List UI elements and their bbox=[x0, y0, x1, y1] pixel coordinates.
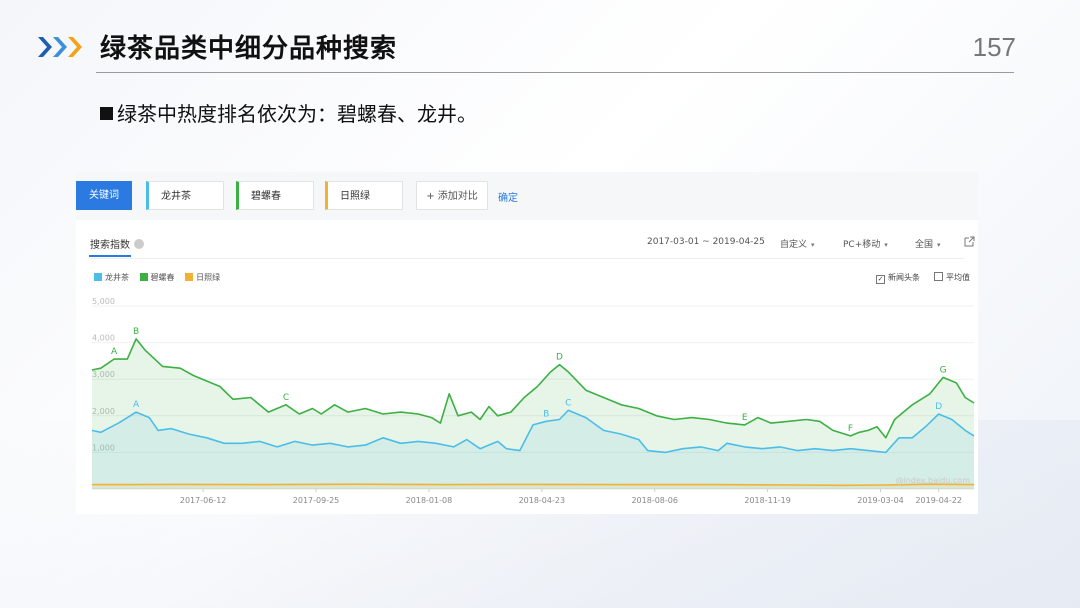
title-divider bbox=[96, 72, 1014, 73]
x-tick-label: 2018-11-19 bbox=[744, 496, 791, 505]
chevron-down-icon: ▾ bbox=[811, 241, 815, 249]
annotation-label: E bbox=[742, 413, 748, 423]
average-label: 平均值 bbox=[946, 273, 970, 282]
baidu-index-panel: 关键词 龙井茶 碧螺春 日照绿 + 添加对比 确定 搜索指数 2017-03-0… bbox=[76, 172, 978, 514]
keyword-box-rizhaolv[interactable]: 日照绿 bbox=[325, 181, 403, 210]
legend-swatch bbox=[139, 273, 148, 281]
annotation-label: A bbox=[133, 400, 140, 410]
average-checkbox[interactable]: 平均值 bbox=[934, 272, 970, 283]
keyword-button[interactable]: 关键词 bbox=[76, 181, 132, 210]
tab-underline bbox=[89, 255, 131, 257]
legend-item-rizhaolv[interactable]: 日照绿 bbox=[185, 273, 220, 282]
search-index-tab[interactable]: 搜索指数 bbox=[90, 236, 144, 251]
annotation-label: B bbox=[133, 327, 139, 337]
news-headline-checkbox[interactable]: ✓ 新闻头条 bbox=[876, 272, 920, 284]
add-compare-button[interactable]: + 添加对比 bbox=[416, 181, 488, 210]
confirm-link[interactable]: 确定 bbox=[498, 189, 518, 204]
keyword-toolbar: 关键词 龙井茶 碧螺春 日照绿 + 添加对比 确定 bbox=[76, 172, 978, 220]
device-label: PC+移动 bbox=[843, 240, 881, 250]
region-label: 全国 bbox=[915, 240, 934, 250]
panel-divider bbox=[90, 258, 964, 259]
annotation-label: G bbox=[940, 365, 947, 375]
device-select[interactable]: PC+移动 ▾ bbox=[843, 237, 888, 250]
x-tick-label: 2017-06-12 bbox=[180, 496, 227, 505]
annotation-label: A bbox=[111, 347, 118, 357]
news-label: 新闻头条 bbox=[888, 273, 920, 282]
watermark: @index.baidu.com bbox=[896, 476, 971, 485]
legend-swatch bbox=[185, 273, 194, 281]
x-tick-label: 2019-03-04 bbox=[857, 496, 904, 505]
annotation-label: D bbox=[935, 402, 942, 412]
chevrons-icon bbox=[38, 37, 82, 57]
chevron-down-icon: ▾ bbox=[884, 241, 888, 249]
legend-item-biluochun[interactable]: 碧螺春 bbox=[139, 273, 175, 282]
chevron-down-icon: ▾ bbox=[937, 241, 941, 249]
legend-swatch bbox=[94, 273, 102, 281]
external-link-icon[interactable] bbox=[964, 236, 975, 247]
search-index-label: 搜索指数 bbox=[90, 240, 130, 251]
check-icon: ✓ bbox=[876, 275, 885, 284]
legend-label: 日照绿 bbox=[196, 273, 221, 282]
checkbox-empty-icon bbox=[934, 272, 943, 281]
slide-title: 绿茶品类中细分品种搜索 bbox=[100, 34, 398, 64]
y-tick-label: 5,000 bbox=[92, 297, 115, 306]
help-icon[interactable] bbox=[134, 239, 144, 249]
custom-select[interactable]: 自定义 ▾ bbox=[780, 237, 815, 250]
bullet-label: 绿茶中热度排名依次为：碧螺春、龙井。 bbox=[117, 102, 477, 126]
annotation-label: B bbox=[543, 409, 549, 419]
search-index-chart: 5,0004,0003,0002,0001,0002017-06-12 2017-… bbox=[91, 297, 975, 505]
bullet-text: 绿茶中热度排名依次为：碧螺春、龙井。 bbox=[100, 98, 477, 127]
chart-legend: 龙井茶 碧螺春 日照绿 bbox=[94, 272, 228, 283]
region-select[interactable]: 全国 ▾ bbox=[915, 237, 941, 250]
x-tick-label: 2018-04-23 bbox=[519, 496, 566, 505]
date-range[interactable]: 2017-03-01 ~ 2019-04-25 bbox=[647, 237, 765, 247]
page-number: 157 bbox=[972, 32, 1016, 62]
annotation-label: F bbox=[848, 424, 853, 434]
x-tick-label: 2018-01-08 bbox=[406, 496, 453, 505]
keyword-box-longjing[interactable]: 龙井茶 bbox=[146, 181, 224, 210]
legend-label: 龙井茶 bbox=[105, 273, 129, 282]
x-tick-label: 2019-04-22 bbox=[915, 496, 962, 505]
x-tick-label: 2017-09-25 bbox=[293, 496, 340, 505]
annotation-label: C bbox=[283, 393, 289, 403]
annotation-label: C bbox=[565, 398, 571, 408]
x-tick-label: 2018-08-06 bbox=[631, 496, 678, 505]
bullet-square-icon bbox=[100, 107, 113, 120]
legend-item-longjing[interactable]: 龙井茶 bbox=[94, 273, 129, 282]
legend-label: 碧螺春 bbox=[150, 273, 175, 282]
annotation-label: D bbox=[556, 353, 563, 363]
keyword-box-biluochun[interactable]: 碧螺春 bbox=[236, 181, 314, 210]
custom-label: 自定义 bbox=[780, 240, 808, 250]
y-tick-label: 4,000 bbox=[92, 334, 115, 343]
